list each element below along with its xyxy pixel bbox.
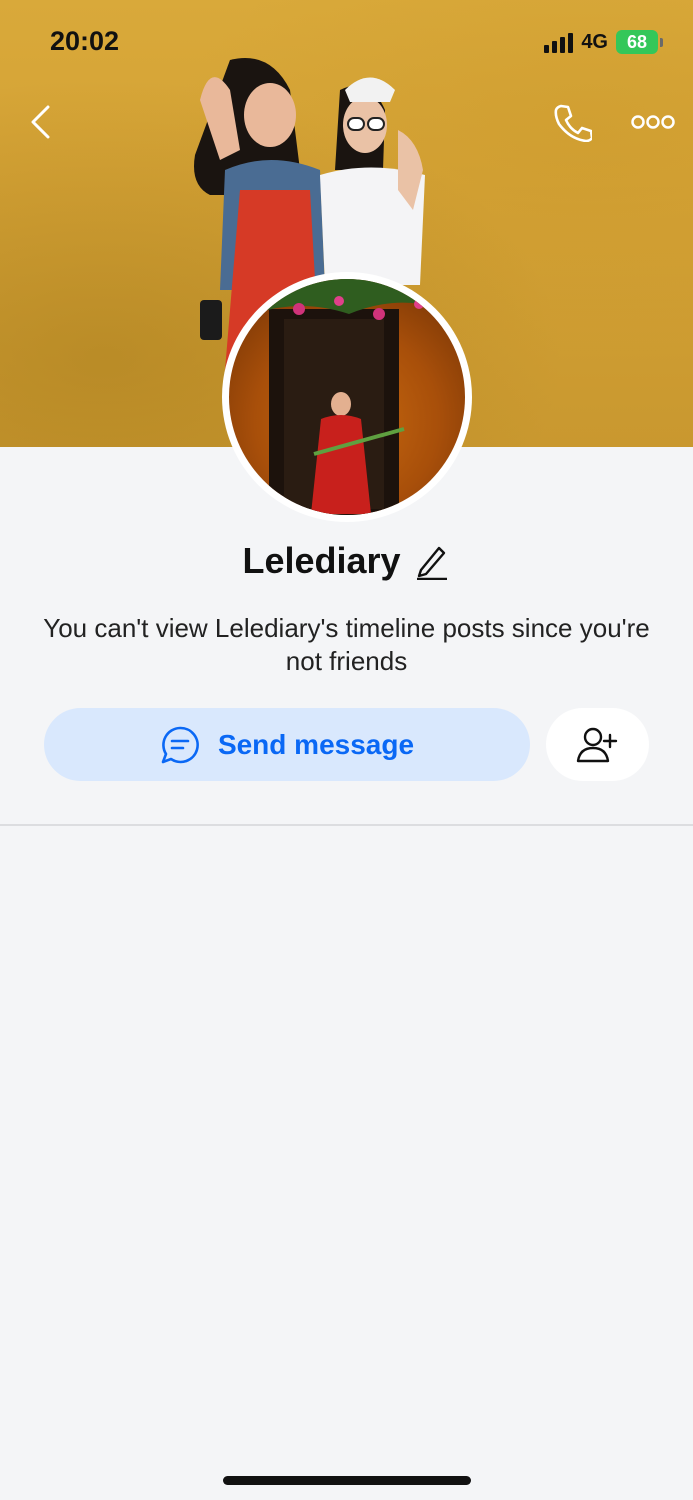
battery-level: 68 bbox=[616, 30, 658, 54]
profile-page: 20:02 4G 68 Lelediary You can't view Lel… bbox=[0, 0, 693, 1500]
send-message-label: Send message bbox=[217, 728, 415, 760]
send-message-button[interactable]: Send message bbox=[44, 708, 530, 781]
back-button[interactable] bbox=[20, 100, 60, 144]
profile-avatar[interactable] bbox=[222, 272, 472, 522]
phone-icon bbox=[554, 104, 592, 142]
avatar-image bbox=[229, 279, 465, 515]
profile-name: Lelediary bbox=[242, 540, 401, 581]
more-dots-icon bbox=[631, 115, 675, 129]
edit-name-button[interactable] bbox=[415, 541, 451, 581]
friend-restriction-notice: You can't view Lelediary's timeline post… bbox=[43, 613, 650, 676]
add-friend-button[interactable] bbox=[546, 708, 649, 781]
section-divider bbox=[0, 824, 693, 826]
more-options-button[interactable] bbox=[628, 102, 678, 142]
signal-icon bbox=[544, 31, 574, 53]
chevron-left-icon bbox=[31, 105, 50, 139]
call-button[interactable] bbox=[548, 98, 596, 146]
home-indicator[interactable] bbox=[223, 1476, 471, 1485]
avatar-photo bbox=[229, 279, 465, 515]
add-user-icon bbox=[576, 727, 617, 762]
chat-bubble-icon bbox=[161, 726, 199, 763]
status-indicators: 4G 68 bbox=[544, 30, 663, 54]
status-time: 20:02 bbox=[50, 26, 120, 56]
profile-name-row: Lelediary bbox=[0, 540, 693, 582]
network-type: 4G bbox=[581, 30, 608, 53]
pencil-icon bbox=[416, 546, 447, 580]
battery-icon bbox=[660, 37, 663, 47]
